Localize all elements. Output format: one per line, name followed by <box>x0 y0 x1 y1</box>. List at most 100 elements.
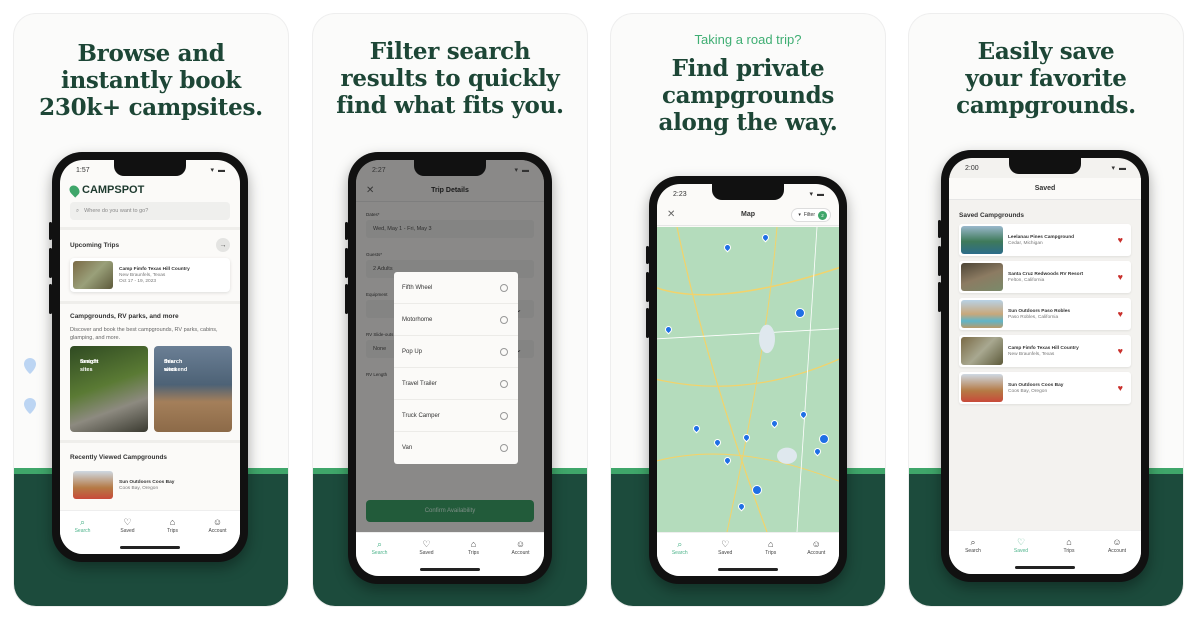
map-pin-icon[interactable] <box>760 232 770 243</box>
search-icon: ⌕ <box>677 539 683 549</box>
panel-headline: Browse and instantly book 230k+ campsites. <box>39 40 263 121</box>
trips-icon: ⌂ <box>1066 537 1072 547</box>
option-travel-trailer[interactable]: Travel Trailer <box>394 368 518 400</box>
radio-icon[interactable] <box>500 347 508 356</box>
saved-item[interactable]: Sun Outdoors Coos Bay Coos Bay, Oregon ♥ <box>959 372 1131 404</box>
trips-icon: ⌂ <box>768 539 774 549</box>
saved-item[interactable]: Sun Outdoors Paso Robles Paso Robles, Cal… <box>959 298 1131 330</box>
heart-filled-icon[interactable]: ♥ <box>1118 383 1123 393</box>
filter-count-badge: 2 <box>818 210 827 220</box>
saved-section-title: Saved Campgrounds <box>959 212 1025 219</box>
heart-filled-icon[interactable]: ♥ <box>1118 235 1123 245</box>
option-fifth-wheel[interactable]: Fifth Wheel <box>394 272 518 304</box>
map-pin-icon[interactable] <box>818 434 829 444</box>
heart-icon: ♡ <box>422 539 431 549</box>
upcoming-trips-arrow-button[interactable]: → <box>216 238 230 252</box>
recent-thumbnail <box>73 471 113 499</box>
trips-icon: ⌂ <box>169 517 176 527</box>
radio-icon[interactable] <box>500 283 508 292</box>
heart-icon: ♡ <box>1016 537 1026 547</box>
option-motorhome[interactable]: Motorhome <box>394 304 518 336</box>
trip-details-screen: 2:27 ▾ ▬ ✕ Trip Details Dates* Wed, May 1 … <box>356 160 544 576</box>
trips-icon: ⌂ <box>470 539 477 549</box>
recently-viewed-title: Recently Viewed Campgrounds <box>70 454 168 461</box>
radio-icon[interactable] <box>500 444 508 452</box>
map-pin-icon[interactable] <box>736 501 747 512</box>
tab-account[interactable]: ☺ Account <box>1097 537 1137 574</box>
campspot-logo: CAMPSPOT <box>67 182 144 198</box>
option-pop-up[interactable]: Pop Up <box>394 336 518 368</box>
saved-item[interactable]: Camp Fimfo Texas Hill Country New Braunfe… <box>959 335 1131 367</box>
heart-icon: ♡ <box>721 539 730 549</box>
saved-screen: 2:00 ▾ ▬ Saved Saved Campgrounds Leelanau… <box>949 158 1141 574</box>
tab-search[interactable]: ⌕ Search <box>63 517 103 554</box>
panel-map: Taking a road trip? Find private campgrou… <box>611 14 885 606</box>
panel-headline: Easily save your favorite campgrounds. <box>956 38 1136 119</box>
map-pin-icon[interactable] <box>663 324 674 335</box>
map-pin-icon[interactable] <box>794 307 805 318</box>
radio-icon[interactable] <box>500 379 508 388</box>
account-icon: ☺ <box>811 539 821 549</box>
account-icon: ☺ <box>212 517 223 527</box>
map-pin-icon[interactable] <box>752 484 762 495</box>
search-tonight-card[interactable]: Search sites tonight <box>70 346 148 432</box>
search-icon: ⌕ <box>76 207 80 214</box>
saved-item[interactable]: Santa Cruz Redwoods RV Resort Felton, Cal… <box>959 261 1131 293</box>
phone-frame: 1:57 ▾ ▬ CAMPSPOT ⌕ Where do you want to g… <box>49 152 248 562</box>
panel-headline: Find private campgrounds along the way. <box>658 55 838 136</box>
home-indicator <box>420 568 480 571</box>
panel-kicker: Taking a road trip? <box>694 32 802 47</box>
panel-headline: Filter search results to quickly find what… <box>336 38 564 119</box>
tab-account[interactable]: ☺ Account <box>796 539 836 576</box>
close-icon[interactable]: ✕ <box>667 209 675 220</box>
map-pin-icon[interactable] <box>691 423 702 434</box>
map-view[interactable] <box>657 227 839 532</box>
map-pin-icon[interactable] <box>712 437 723 448</box>
heart-filled-icon[interactable]: ♥ <box>1118 346 1123 356</box>
equipment-options-sheet: Fifth Wheel Motorhome Pop Up Travel Trai… <box>394 272 518 464</box>
search-icon: ⌕ <box>79 517 86 527</box>
recent-campground-item[interactable]: Sun Outdoors Coos Bay Coos Bay, Oregon <box>70 468 230 502</box>
map-pin-icon[interactable] <box>812 446 823 457</box>
upcoming-trips-title: Upcoming Trips <box>70 242 120 249</box>
filter-button[interactable]: ▾ Filter 2 <box>791 208 831 222</box>
radio-icon[interactable] <box>500 411 508 420</box>
map-pin-icon[interactable] <box>741 432 751 443</box>
saved-item[interactable]: Leelanau Pines Campground Cedar, Michigan… <box>959 224 1131 256</box>
phone-frame: 2:27 ▾ ▬ ✕ Trip Details Dates* Wed, May 1 … <box>345 152 552 584</box>
tab-account[interactable]: ☺ Account <box>198 517 238 554</box>
option-truck-camper[interactable]: Truck Camper <box>394 400 518 432</box>
tab-search[interactable]: ⌕ Search <box>660 539 700 576</box>
logo-pin-icon <box>67 182 82 198</box>
map-pin-icon[interactable] <box>722 455 732 466</box>
phone-frame: 2:23 ▾ ▬ ✕ Map ▾ Filter 2 ⌕ Search ♡ Sav… <box>646 176 847 584</box>
search-input[interactable]: ⌕ Where do you want to go? <box>70 202 230 220</box>
trip-thumbnail <box>73 261 113 289</box>
account-icon: ☺ <box>1112 537 1122 547</box>
map-pin-icon[interactable] <box>769 418 780 429</box>
home-indicator <box>718 568 778 571</box>
tab-search[interactable]: ⌕ Search <box>360 539 400 576</box>
map-pin-icon[interactable] <box>722 242 732 252</box>
trip-card[interactable]: Camp Fimfo Texas Hill Country New Braunfe… <box>70 258 230 292</box>
panel-saved: Easily save your favorite campgrounds. 2:0… <box>909 14 1183 606</box>
home-indicator <box>1015 566 1075 569</box>
search-icon: ⌕ <box>970 537 976 547</box>
map-pin-icon[interactable] <box>798 409 808 420</box>
panel-browse: Browse and instantly book 230k+ campsites.… <box>14 14 288 606</box>
app-store-screenshots: Browse and instantly book 230k+ campsites.… <box>0 0 1200 620</box>
option-van[interactable]: Van <box>394 432 518 464</box>
radio-icon[interactable] <box>500 315 508 324</box>
search-weekend-card[interactable]: Search sites this weekend <box>154 346 232 432</box>
saved-header: Saved <box>949 178 1141 200</box>
heart-filled-icon[interactable]: ♥ <box>1118 309 1123 319</box>
campgrounds-section-desc: Discover and book the best campgrounds, … <box>70 327 218 341</box>
panel-filter: Filter search results to quickly find what… <box>313 14 587 606</box>
filter-icon: ▾ <box>798 212 801 218</box>
campgrounds-section-title: Campgrounds, RV parks, and more <box>70 313 179 320</box>
search-icon: ⌕ <box>376 539 383 549</box>
heart-filled-icon[interactable]: ♥ <box>1118 272 1123 282</box>
heart-icon: ♡ <box>123 517 132 527</box>
tab-account[interactable]: ☺ Account <box>501 539 541 576</box>
tab-search[interactable]: ⌕ Search <box>953 537 993 574</box>
